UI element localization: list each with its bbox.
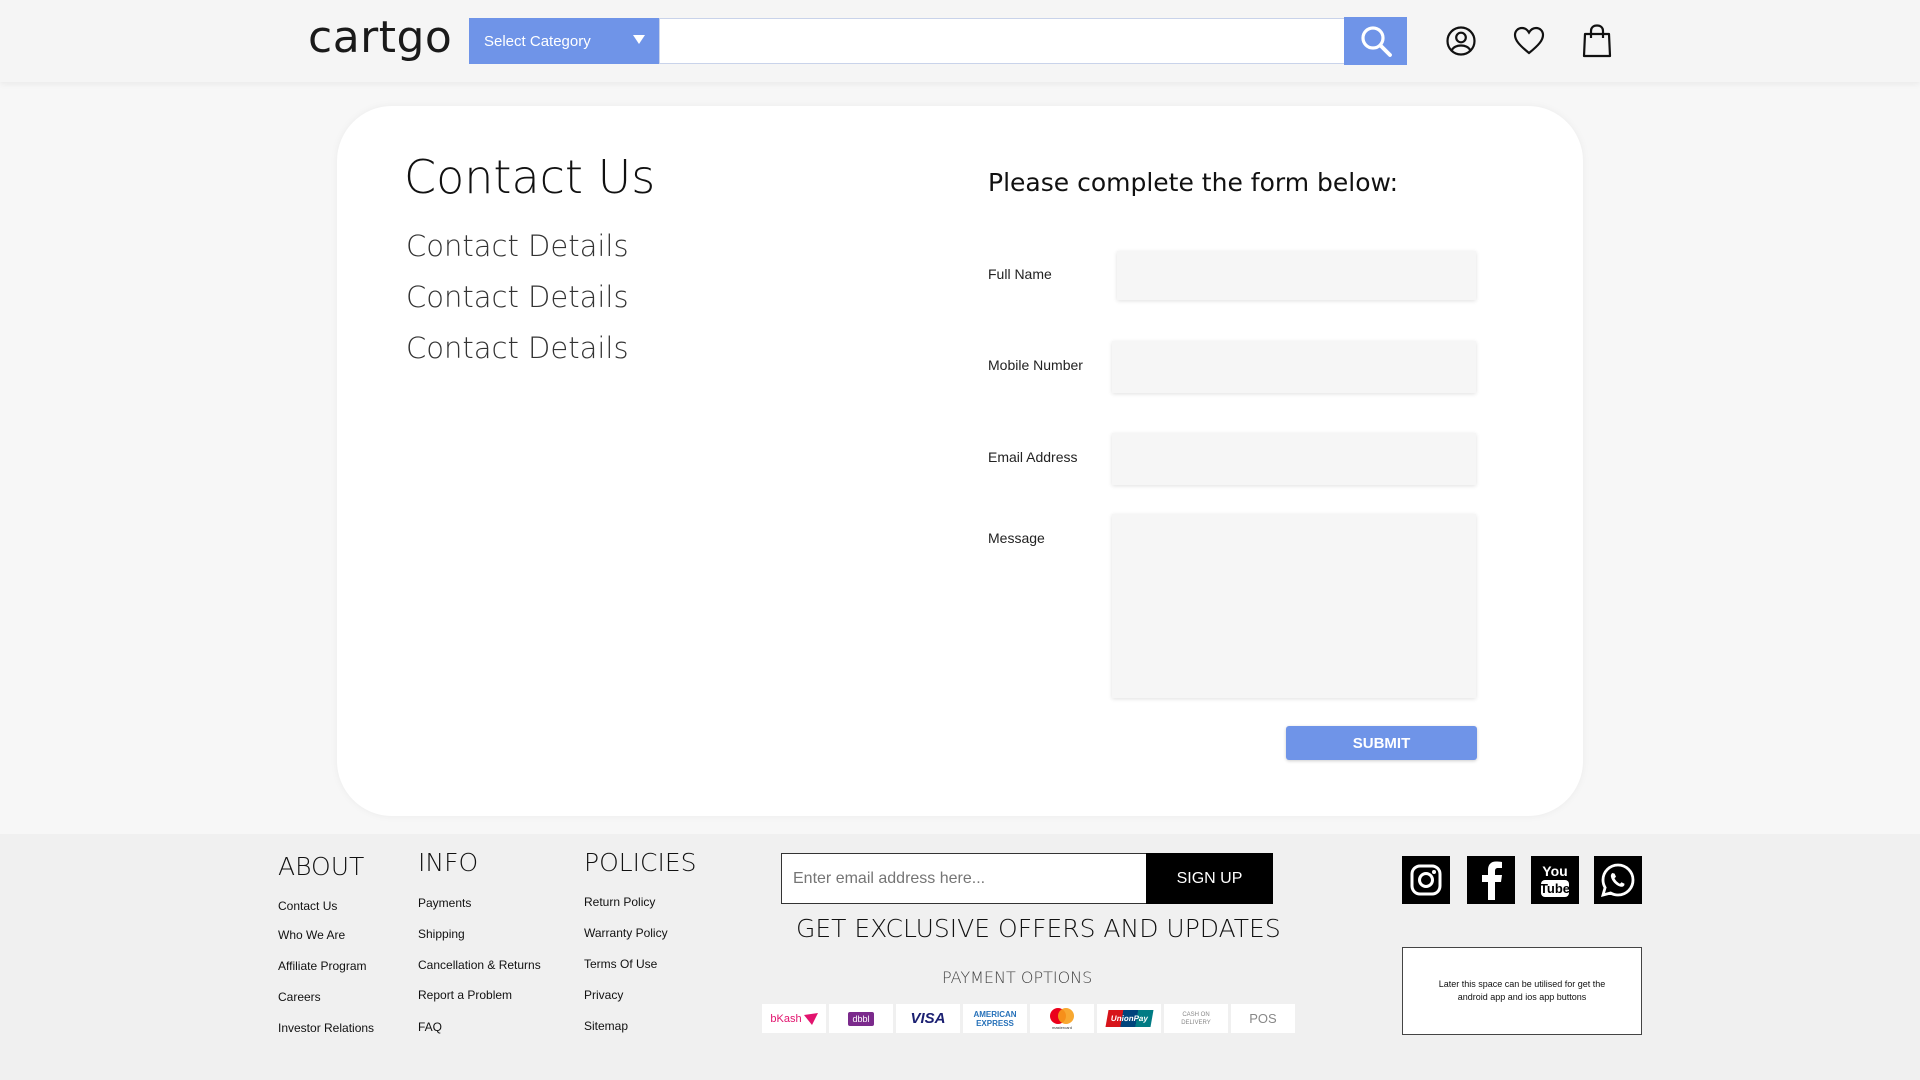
- full-name-label: Full Name: [988, 266, 1052, 282]
- mastercard-icon: [1050, 1008, 1074, 1024]
- payment-bkash-label: bKash: [770, 1012, 802, 1025]
- mobile-number-field[interactable]: [1112, 341, 1476, 393]
- footer-link-report-problem[interactable]: Report a Problem: [418, 988, 512, 1002]
- payment-amex: AMERICAN EXPRESS: [963, 1004, 1027, 1033]
- message-field[interactable]: [1112, 514, 1476, 698]
- youtube-button[interactable]: You Tube: [1531, 856, 1579, 904]
- category-select-label: Select Category: [484, 32, 591, 50]
- contact-detail-2: Contact Details: [406, 280, 629, 314]
- footer-link-warranty-policy[interactable]: Warranty Policy: [584, 926, 668, 940]
- footer-link-cancellation-returns[interactable]: Cancellation & Returns: [418, 958, 541, 972]
- account-button[interactable]: [1442, 22, 1480, 60]
- facebook-button[interactable]: [1467, 856, 1515, 904]
- caret-down-icon: [633, 35, 645, 44]
- email-address-field[interactable]: [1112, 433, 1476, 485]
- page-title: Contact Us: [404, 150, 656, 204]
- whatsapp-button[interactable]: [1594, 856, 1642, 904]
- footer-link-return-policy[interactable]: Return Policy: [584, 895, 655, 909]
- footer-link-contact-us[interactable]: Contact Us: [278, 899, 337, 913]
- bkash-bird-icon: [803, 1012, 818, 1025]
- search-button[interactable]: [1344, 17, 1407, 65]
- payment-bkash: bKash: [762, 1004, 826, 1033]
- footer-policies-heading: POLICIES: [584, 848, 697, 877]
- wishlist-button[interactable]: [1510, 22, 1548, 60]
- category-select[interactable]: Select Category: [469, 18, 659, 64]
- cart-button[interactable]: [1578, 22, 1616, 60]
- footer-info-heading: INFO: [418, 848, 479, 877]
- payment-amex-label: AMERICAN EXPRESS: [973, 1009, 1017, 1028]
- payment-dbbl: dbbl: [829, 1004, 893, 1033]
- contact-detail-1: Contact Details: [406, 229, 629, 263]
- payment-options-title: PAYMENT OPTIONS: [942, 968, 1093, 987]
- contact-detail-3: Contact Details: [406, 331, 629, 365]
- shopping-bag-icon: [1582, 24, 1612, 58]
- footer-about-heading: ABOUT: [278, 852, 365, 881]
- payment-visa-label: VISA: [910, 1010, 946, 1027]
- newsletter-tagline: GET EXCLUSIVE OFFERS AND UPDATES: [796, 914, 1281, 943]
- newsletter-email-input[interactable]: [781, 853, 1147, 904]
- heart-icon: [1513, 26, 1545, 55]
- footer-link-sitemap[interactable]: Sitemap: [584, 1019, 628, 1033]
- footer-link-careers[interactable]: Careers: [278, 990, 321, 1004]
- site-logo[interactable]: cartgo: [308, 12, 452, 63]
- form-heading: Please complete the form below:: [988, 168, 1398, 197]
- footer-link-terms-of-use[interactable]: Terms Of Use: [584, 957, 657, 971]
- app-buttons-placeholder: Later this space can be utilised for get…: [1402, 947, 1642, 1035]
- site-header: cartgo Select Category: [0, 0, 1920, 82]
- full-name-field[interactable]: [1117, 251, 1476, 300]
- search-icon: [1360, 26, 1392, 57]
- instagram-button[interactable]: [1402, 856, 1450, 904]
- footer-link-who-we-are[interactable]: Who We Are: [278, 928, 345, 942]
- instagram-icon: [1410, 864, 1442, 896]
- email-address-label: Email Address: [988, 449, 1078, 465]
- svg-text:Tube: Tube: [1540, 881, 1570, 896]
- payment-pos: POS: [1231, 1004, 1295, 1033]
- mobile-number-label: Mobile Number: [988, 357, 1083, 373]
- payment-visa: VISA: [896, 1004, 960, 1033]
- app-placeholder-text: Later this space can be utilised for get…: [1438, 979, 1606, 1002]
- footer-link-faq[interactable]: FAQ: [418, 1020, 442, 1034]
- footer-link-privacy[interactable]: Privacy: [584, 988, 623, 1002]
- footer-link-investor-relations[interactable]: Investor Relations: [278, 1021, 374, 1035]
- payment-mastercard: mastercard: [1030, 1004, 1094, 1033]
- payment-cod: CASH ON DELIVERY: [1164, 1004, 1228, 1033]
- whatsapp-icon: [1600, 863, 1635, 897]
- user-icon: [1446, 26, 1476, 56]
- payment-mastercard-label: mastercard: [1051, 1025, 1072, 1030]
- submit-button[interactable]: SUBMIT: [1286, 726, 1477, 760]
- facebook-icon: [1482, 861, 1502, 900]
- message-label: Message: [988, 530, 1045, 546]
- search-input[interactable]: [659, 18, 1345, 64]
- payment-unionpay: UnionPay: [1097, 1004, 1161, 1033]
- youtube-icon: You Tube: [1540, 863, 1570, 897]
- footer-link-payments[interactable]: Payments: [418, 896, 471, 910]
- footer-link-affiliate-program[interactable]: Affiliate Program: [278, 959, 366, 973]
- svg-text:You: You: [1542, 863, 1567, 879]
- footer-link-shipping[interactable]: Shipping: [418, 927, 465, 941]
- payment-cod-label: CASH ON DELIVERY: [1181, 1011, 1211, 1026]
- payment-unionpay-label: UnionPay: [1105, 1010, 1153, 1027]
- sign-up-button[interactable]: SIGN UP: [1146, 853, 1273, 904]
- payment-dbbl-label: dbbl: [848, 1011, 874, 1026]
- payment-pos-label: POS: [1249, 1011, 1277, 1026]
